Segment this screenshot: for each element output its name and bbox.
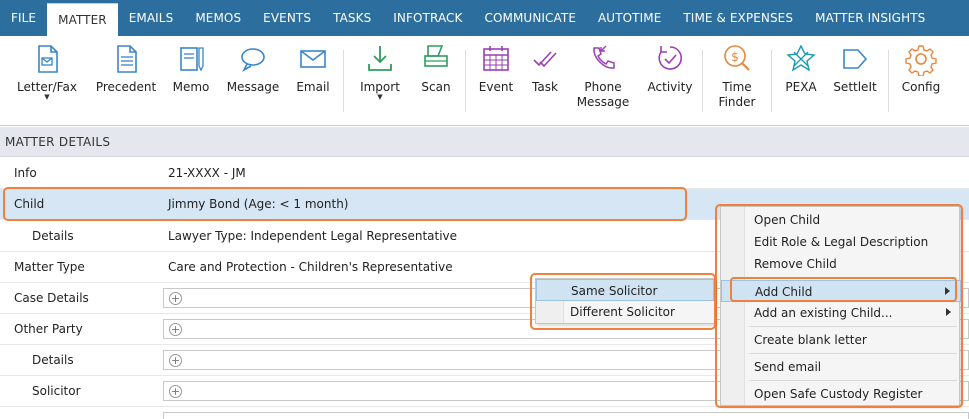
pexa-button[interactable]: PEXA: [781, 42, 821, 95]
event-label: Event: [478, 80, 514, 94]
add-icon[interactable]: +: [169, 292, 182, 305]
precedent-label: Precedent: [95, 80, 157, 94]
checkmark-icon: [533, 51, 557, 68]
ribbon-separator: [343, 50, 344, 112]
activity-label: Activity: [647, 80, 693, 94]
scanner-icon: [424, 45, 448, 67]
time-finder-label-line1: Time: [722, 80, 752, 94]
tab-memos[interactable]: MEMOS: [184, 0, 252, 36]
memo-label: Memo: [172, 80, 210, 94]
precedent-button[interactable]: Precedent: [94, 42, 158, 95]
time-finder-icon: $: [724, 45, 750, 71]
scan-button[interactable]: Scan: [416, 42, 456, 95]
tab-matter[interactable]: MATTER: [47, 3, 118, 36]
main-tab-bar: FILE MATTER EMAILS MEMOS EVENTS TASKS IN…: [0, 0, 969, 36]
row-label: Case Details: [14, 291, 89, 305]
row-value: Lawyer Type: Independent Legal Represent…: [168, 229, 458, 243]
settleit-button[interactable]: SettleIt: [831, 42, 879, 95]
scan-label: Scan: [421, 80, 451, 94]
ribbon-separator: [465, 50, 466, 112]
ribbon-separator: [702, 50, 703, 112]
child-row-highlight: [3, 187, 687, 221]
memo-button[interactable]: Memo: [168, 42, 214, 95]
settleit-label: SettleIt: [833, 80, 877, 94]
pexa-icon: [786, 44, 816, 72]
phone-message-label-line1: Phone: [584, 80, 622, 94]
detail-row-partial: [0, 407, 969, 419]
email-label: Email: [296, 80, 330, 94]
activity-icon: [658, 46, 682, 70]
config-button[interactable]: Config: [898, 42, 944, 95]
tab-events[interactable]: EVENTS: [252, 0, 322, 36]
pexa-label: PEXA: [785, 80, 817, 94]
add-child-highlight: [730, 277, 957, 302]
letter-fax-button[interactable]: Letter/Fax ▼: [14, 42, 80, 101]
message-button[interactable]: Message: [226, 42, 280, 95]
message-icon: [241, 48, 265, 73]
add-icon[interactable]: +: [169, 354, 182, 367]
gear-icon: [905, 45, 937, 76]
tab-tasks[interactable]: TASKS: [322, 0, 382, 36]
phone-icon: [593, 45, 615, 69]
phone-message-button[interactable]: Phone Message: [576, 42, 630, 110]
import-button[interactable]: Import ▼: [356, 42, 404, 101]
event-button[interactable]: Event: [476, 42, 516, 95]
arrow-right-icon: [843, 49, 868, 69]
add-icon[interactable]: +: [169, 323, 182, 336]
config-label: Config: [901, 80, 941, 94]
letter-fax-label: Letter/Fax: [17, 80, 77, 94]
document-icon: [117, 45, 137, 73]
svg-text:$: $: [731, 50, 739, 64]
tab-autotime[interactable]: AUTOTIME: [587, 0, 672, 36]
row-label: Other Party: [14, 322, 83, 336]
calendar-icon: [483, 46, 509, 71]
ribbon-toolbar: Letter/Fax ▼ Precedent Memo Message Emai…: [0, 36, 969, 126]
add-icon[interactable]: +: [169, 385, 182, 398]
chevron-down-icon: ▼: [377, 93, 383, 101]
detail-row-info: Info 21-XXXX - JM: [0, 158, 969, 189]
letter-icon: [38, 45, 58, 73]
tab-infotrack[interactable]: INFOTRACK: [382, 0, 473, 36]
task-button[interactable]: Task: [526, 42, 564, 95]
activity-button[interactable]: Activity: [646, 42, 694, 95]
context-menu-highlight: [715, 204, 963, 408]
email-button[interactable]: Email: [292, 42, 334, 95]
row-label: Info: [14, 166, 37, 180]
row-value: Care and Protection - Children's Represe…: [168, 260, 453, 274]
download-icon: [368, 46, 392, 71]
phone-message-label-line2: Message: [576, 95, 630, 109]
time-finder-button[interactable]: $ Time Finder: [714, 42, 760, 110]
section-title: MATTER DETAILS: [5, 134, 111, 149]
task-label: Task: [532, 80, 558, 94]
next-field[interactable]: [163, 412, 969, 419]
tab-time-expenses[interactable]: TIME & EXPENSES: [672, 0, 804, 36]
ribbon-separator: [771, 50, 772, 112]
time-finder-label-line2: Finder: [718, 95, 756, 109]
envelope-icon: [300, 50, 326, 68]
tab-matter-insights[interactable]: MATTER INSIGHTS: [804, 0, 936, 36]
row-value: 21-XXXX - JM: [168, 166, 246, 180]
chevron-down-icon: ▼: [44, 93, 50, 101]
memo-icon: [180, 47, 204, 72]
import-label: Import: [360, 80, 400, 94]
matter-details-header: MATTER DETAILS: [0, 127, 969, 157]
row-label: Solicitor: [32, 384, 81, 398]
tab-communicate[interactable]: COMMUNICATE: [474, 0, 588, 36]
row-label: Details: [32, 229, 74, 243]
tab-emails[interactable]: EMAILS: [118, 0, 185, 36]
row-label: Matter Type: [14, 260, 85, 274]
message-label: Message: [226, 80, 280, 94]
ribbon-separator: [888, 50, 889, 112]
row-label: Details: [32, 353, 74, 367]
tab-file[interactable]: FILE: [0, 0, 47, 36]
submenu-highlight: [530, 273, 716, 330]
